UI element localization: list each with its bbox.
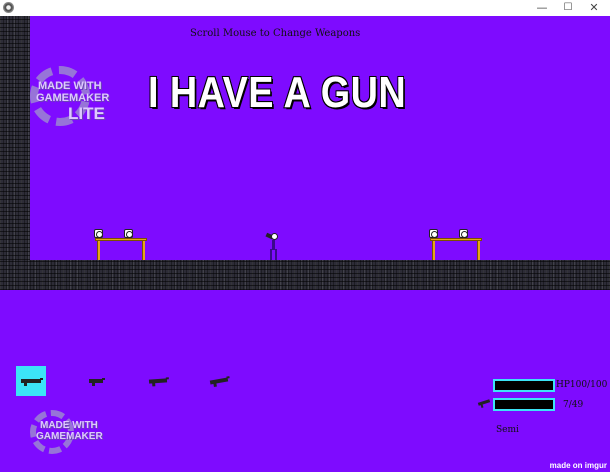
gear-icon (3, 2, 14, 13)
imgur-credit: made on imgur (549, 461, 607, 470)
target-icon (429, 229, 438, 238)
gamemaker-watermark-bottom: MADE WITH GAMEMAKER (30, 410, 125, 460)
minimize-button[interactable]: — (530, 0, 554, 16)
target-icon (94, 229, 103, 238)
shotgun-icon (148, 378, 168, 384)
rifle-icon (209, 377, 229, 385)
target-icon (459, 229, 468, 238)
gamemaker-watermark-top: MADE WITH GAMEMAKER LITE (30, 64, 125, 134)
pistol-icon (89, 378, 105, 386)
close-button[interactable]: ✕ (582, 0, 606, 16)
brick-wall (0, 16, 30, 260)
weapon-slot-3[interactable] (144, 366, 174, 396)
brick-floor (0, 260, 610, 290)
window-titlebar: — ☐ ✕ (0, 0, 610, 16)
health-text: HP100/100 (556, 380, 608, 390)
weapon-slot-4[interactable] (205, 366, 235, 396)
game-title: I HAVE A GUN (147, 67, 407, 118)
table-right (430, 238, 482, 260)
game-canvas[interactable]: Scroll Mouse to Change Weapons MADE WITH… (0, 16, 610, 472)
health-bar (493, 379, 555, 392)
ammo-bar (493, 398, 555, 411)
table-left (95, 238, 147, 260)
target-icon (124, 229, 133, 238)
weapon-name: Semi (496, 425, 519, 435)
player-character (265, 232, 280, 260)
maximize-button[interactable]: ☐ (556, 0, 580, 16)
weapon-slot-2[interactable] (82, 366, 112, 396)
weapon-slot-1[interactable] (16, 366, 46, 396)
instruction-text: Scroll Mouse to Change Weapons (190, 28, 361, 39)
gun-icon (21, 378, 43, 386)
current-weapon-icon (477, 399, 491, 406)
ammo-text: 7/49 (563, 400, 584, 410)
